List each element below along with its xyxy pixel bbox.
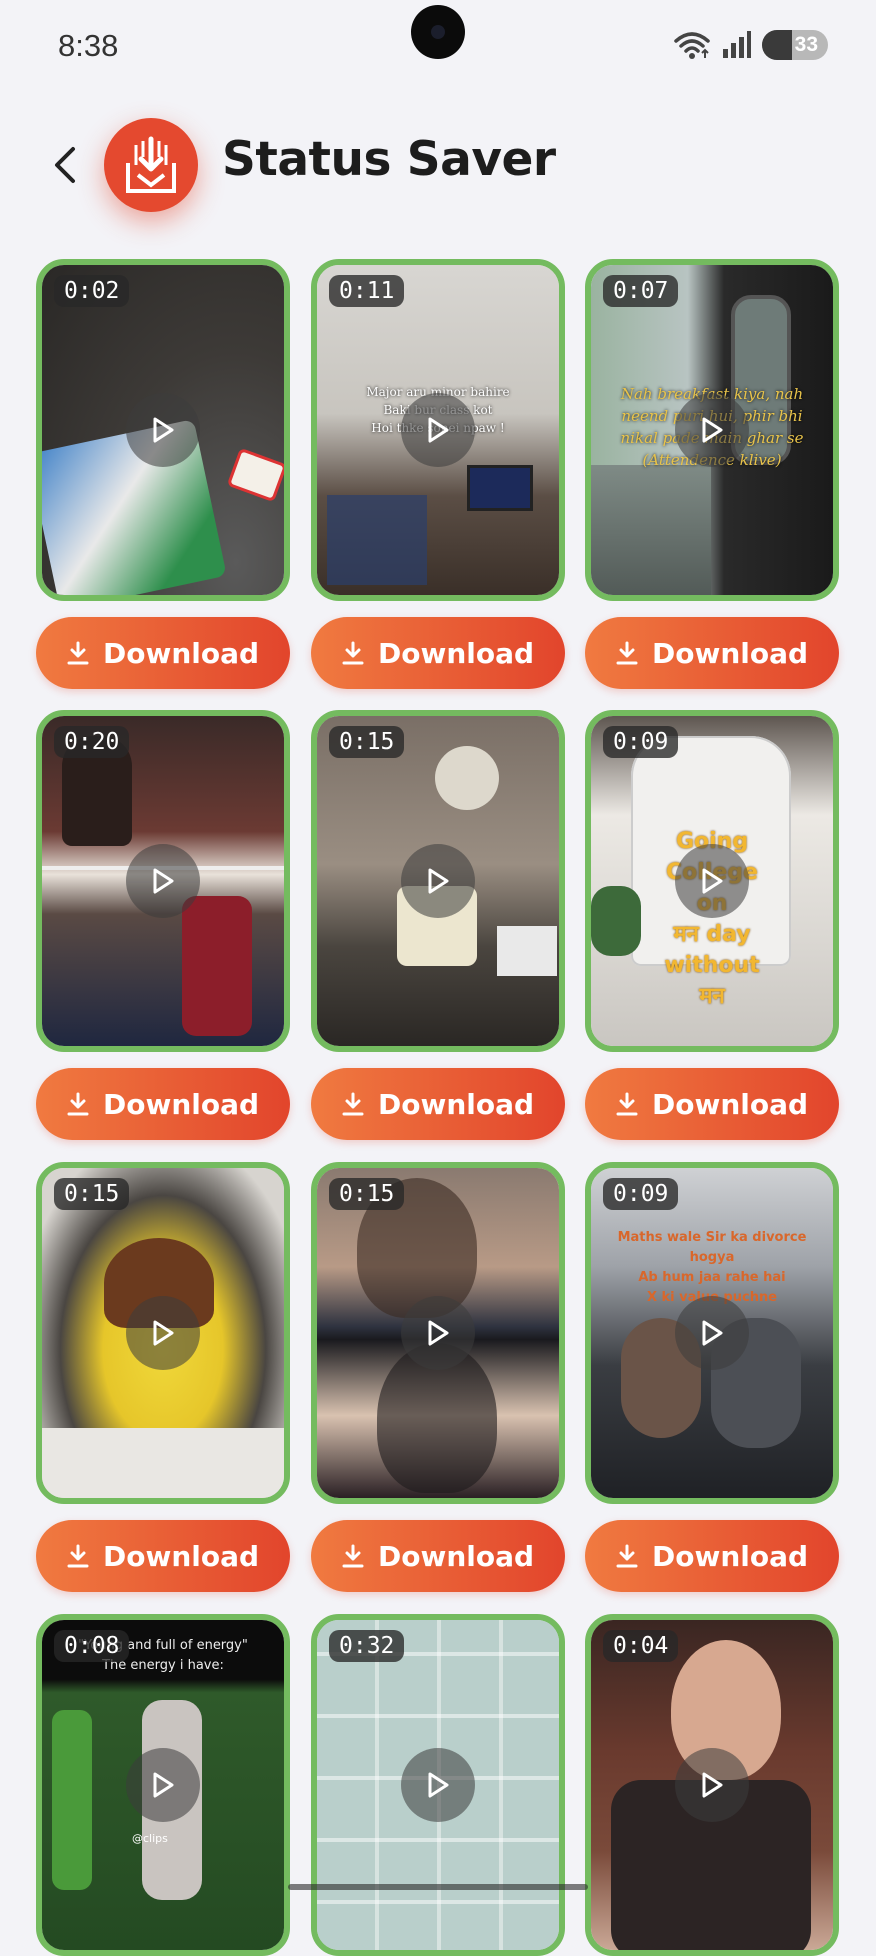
download-button[interactable]: Download — [585, 1068, 839, 1140]
video-duration: 0:02 — [54, 275, 130, 307]
play-icon[interactable] — [675, 844, 749, 918]
video-duration: 0:15 — [54, 1178, 130, 1210]
video-duration: 0:15 — [329, 726, 405, 758]
download-icon — [616, 641, 638, 665]
download-button[interactable]: Download — [585, 617, 839, 689]
download-button[interactable]: Download — [585, 1520, 839, 1592]
video-thumbnail[interactable]: 0:04 — [585, 1614, 839, 1956]
video-thumbnail[interactable]: 0:32 — [311, 1614, 565, 1956]
play-icon[interactable] — [126, 844, 200, 918]
watermark-label: @clips — [132, 1832, 168, 1845]
video-duration: 0:08 — [54, 1630, 130, 1662]
play-icon[interactable] — [401, 1296, 475, 1370]
video-thumbnail[interactable]: Going College on मन day without मन 0:09 — [585, 710, 839, 1052]
download-icon — [616, 1544, 638, 1568]
download-label: Download — [377, 1539, 535, 1573]
download-button[interactable]: Download — [36, 1520, 290, 1592]
video-thumbnail[interactable]: 0:02 — [36, 259, 290, 601]
video-thumbnail[interactable]: 0:15 — [311, 1162, 565, 1504]
video-duration: 0:09 — [603, 726, 679, 758]
video-duration: 0:04 — [603, 1630, 679, 1662]
download-label: Download — [651, 1087, 809, 1121]
play-icon[interactable] — [126, 1748, 200, 1822]
download-label: Download — [651, 1539, 809, 1573]
video-duration: 0:32 — [329, 1630, 405, 1662]
video-duration: 0:11 — [329, 275, 405, 307]
video-thumbnail[interactable]: 0:15 — [311, 710, 565, 1052]
overlay-line: Maths wale Sir ka divorce hogya — [617, 1230, 807, 1265]
video-thumbnail[interactable]: 0:15 — [36, 1162, 290, 1504]
video-thumbnail[interactable]: 0:20 — [36, 710, 290, 1052]
play-icon[interactable] — [675, 1748, 749, 1822]
video-thumbnail[interactable]: Maths wale Sir ka divorce hogya Ab hum j… — [585, 1162, 839, 1504]
overlay-line: मन — [699, 984, 725, 1009]
overlay-line: मन day — [673, 922, 751, 947]
download-button[interactable]: Download — [36, 1068, 290, 1140]
download-label: Download — [377, 636, 535, 670]
download-button[interactable]: Download — [311, 617, 565, 689]
download-icon — [616, 1092, 638, 1116]
play-icon[interactable] — [401, 1748, 475, 1822]
home-indicator — [288, 1884, 588, 1890]
download-icon — [67, 1544, 89, 1568]
download-label: Download — [651, 636, 809, 670]
download-button[interactable]: Download — [36, 617, 290, 689]
overlay-line: without — [664, 953, 760, 978]
download-icon — [67, 1092, 89, 1116]
play-icon[interactable] — [126, 393, 200, 467]
download-icon — [67, 641, 89, 665]
video-duration: 0:07 — [603, 275, 679, 307]
play-icon[interactable] — [675, 393, 749, 467]
video-thumbnail[interactable]: "Young and full of energy" The energy i … — [36, 1614, 290, 1956]
video-thumbnail[interactable]: Major aru minor bahire Baki bur class ko… — [311, 259, 565, 601]
download-icon — [342, 1092, 364, 1116]
video-duration: 0:20 — [54, 726, 130, 758]
play-icon[interactable] — [126, 1296, 200, 1370]
download-label: Download — [377, 1087, 535, 1121]
status-grid: 0:02 Download Major aru minor bahire Bak… — [0, 0, 876, 1956]
play-icon[interactable] — [401, 393, 475, 467]
play-icon[interactable] — [401, 844, 475, 918]
download-icon — [342, 1544, 364, 1568]
overlay-line: Ab hum jaa rahe hai — [638, 1270, 786, 1285]
video-duration: 0:09 — [603, 1178, 679, 1210]
download-label: Download — [102, 1087, 260, 1121]
video-thumbnail[interactable]: Nah breakfast kiya, nah neend puri hui, … — [585, 259, 839, 601]
download-button[interactable]: Download — [311, 1520, 565, 1592]
download-label: Download — [102, 1539, 260, 1573]
video-duration: 0:15 — [329, 1178, 405, 1210]
download-icon — [342, 641, 364, 665]
download-label: Download — [102, 636, 260, 670]
download-button[interactable]: Download — [311, 1068, 565, 1140]
play-icon[interactable] — [675, 1296, 749, 1370]
